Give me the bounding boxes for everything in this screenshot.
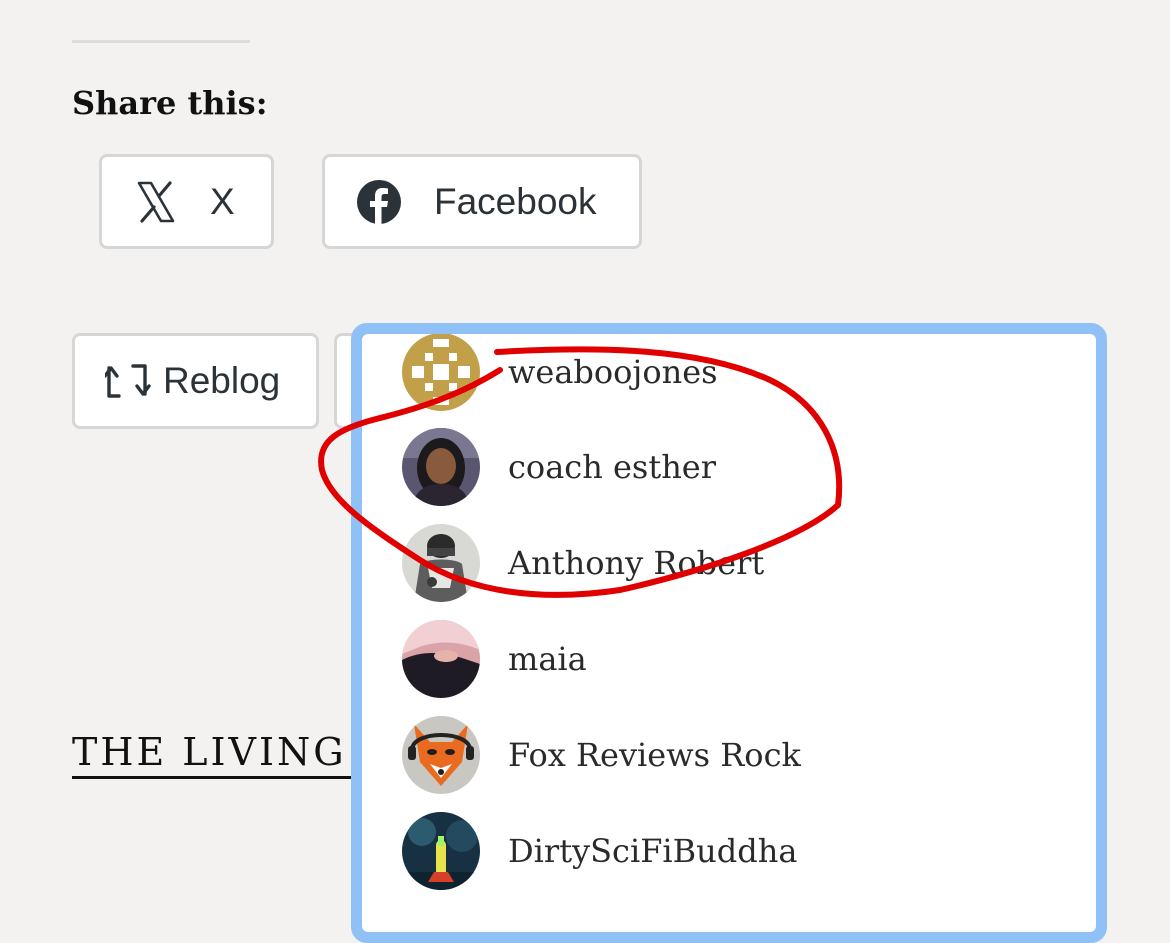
share-facebook-button[interactable]: Facebook — [322, 154, 642, 249]
post-section-title[interactable]: THE LIVING D — [72, 728, 396, 779]
avatar — [402, 334, 480, 411]
liker-item[interactable]: DirtySciFiBuddha — [402, 811, 1052, 891]
liker-item[interactable]: Fox Reviews Rock — [402, 715, 1052, 795]
liker-name: maia — [508, 640, 587, 678]
likes-list: weaboojones coach esther Anthony Robert … — [362, 334, 1096, 932]
liker-name: Anthony Robert — [508, 544, 765, 582]
section-divider — [72, 40, 250, 43]
share-x-label: X — [210, 180, 235, 222]
likes-popup: weaboojones coach esther Anthony Robert … — [351, 323, 1107, 943]
liker-item[interactable]: weaboojones — [402, 334, 1052, 412]
reblog-label: Reblog — [163, 360, 281, 401]
x-logo-icon — [136, 180, 176, 224]
avatar — [402, 812, 480, 890]
liker-item[interactable]: Anthony Robert — [402, 523, 1052, 603]
share-heading: Share this: — [72, 84, 268, 122]
avatar — [402, 620, 480, 698]
facebook-icon — [356, 179, 402, 225]
avatar — [402, 428, 480, 506]
liker-name: coach esther — [508, 448, 717, 486]
avatar — [402, 716, 480, 794]
liker-name: Fox Reviews Rock — [508, 736, 801, 774]
reblog-button[interactable]: Reblog — [72, 333, 319, 429]
liker-name: weaboojones — [508, 353, 718, 391]
liker-name: DirtySciFiBuddha — [508, 832, 798, 870]
avatar — [402, 524, 480, 602]
share-x-button[interactable]: X — [99, 154, 274, 249]
liker-item[interactable]: maia — [402, 619, 1052, 699]
liker-item[interactable]: coach esther — [402, 427, 1052, 507]
reblog-icon — [105, 360, 151, 402]
share-facebook-label: Facebook — [434, 180, 597, 222]
